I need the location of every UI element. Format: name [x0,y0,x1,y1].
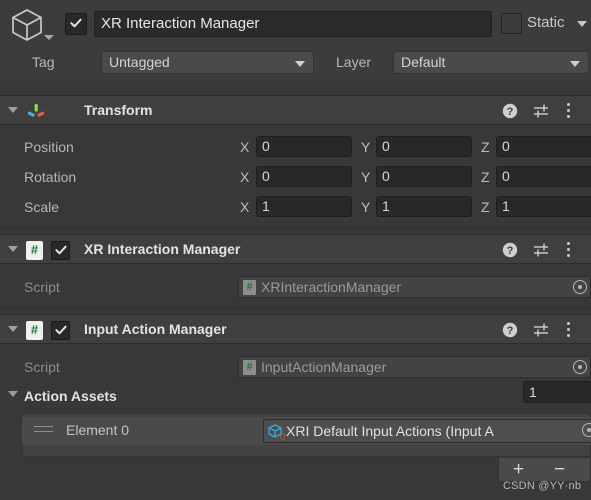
gameobject-header: XR Interaction Manager Static Tag Untagg… [0,0,591,80]
component-header-input-action-manager[interactable]: # Input Action Manager ? [0,314,591,344]
rotation-z-input[interactable]: 0 [496,166,591,187]
gameobject-icon-dropdown-caret[interactable] [44,35,54,40]
svg-text:?: ? [507,325,514,337]
preset-icon[interactable] [533,322,550,338]
remove-element-button[interactable]: − [554,460,565,479]
position-x-input[interactable]: 0 [256,136,352,157]
component-header-transform[interactable]: Transform ? [0,95,591,125]
component-enabled-checkbox-input-action-manager[interactable] [51,321,70,340]
script-object-field-input-action-manager[interactable]: # InputActionManager [238,356,591,378]
drag-handle-icon[interactable] [34,426,53,435]
gameobject-name-input[interactable]: XR Interaction Manager [94,11,492,37]
input-actions-asset-icon: () [267,423,286,441]
foldout-xr-interaction-manager[interactable] [8,246,18,252]
element-value: XRI Default Input Actions (Input A [286,423,494,439]
object-picker-icon[interactable] [582,423,591,437]
position-x-axis-label: X [240,139,250,155]
component-header-icons-transform: ? [502,103,584,120]
tag-value: Untagged [109,54,170,70]
scale-z-axis-label: Z [481,199,490,215]
cube-icon[interactable] [8,6,46,44]
kebab-menu-icon[interactable] [566,242,571,259]
static-label: Static [527,14,565,31]
watermark-text: CSDN @YY·nb [503,480,582,492]
position-label: Position [24,139,74,155]
tag-label: Tag [32,54,55,70]
list-footer-buttons: + − [498,458,591,482]
component-title-transform: Transform [84,102,153,118]
help-icon[interactable]: ? [502,103,518,119]
scale-y-input[interactable]: 1 [376,196,472,217]
svg-text:(): () [280,432,285,441]
checkmark-icon [54,325,67,334]
chevron-down-icon [295,61,305,67]
foldout-action-assets[interactable] [8,391,18,397]
list-item[interactable]: Element 0 () XRI Default Input Actions (… [22,417,591,445]
preset-icon[interactable] [533,242,550,258]
csharp-script-icon: # [26,241,43,260]
action-assets-size-input[interactable]: 1 [523,381,591,403]
svg-text:?: ? [507,245,514,257]
position-y-input[interactable]: 0 [376,136,472,157]
checkmark-icon [70,18,82,28]
script-label: Script [24,359,60,375]
component-header-icons-xr-interaction-manager: ? [502,242,584,259]
csharp-script-icon: # [243,360,256,375]
csharp-script-icon: # [26,321,43,340]
component-header-icons-input-action-manager: ? [502,322,584,339]
svg-text:?: ? [507,106,514,118]
rotation-label: Rotation [24,169,77,185]
layer-dropdown[interactable]: Default [393,51,589,74]
position-y-axis-label: Y [361,139,371,155]
action-assets-label: Action Assets [24,388,117,404]
layer-value: Default [401,54,446,70]
rotation-z-axis-label: Z [481,169,490,185]
chevron-down-icon [570,61,580,67]
object-picker-icon[interactable] [573,360,587,374]
rotation-y-input[interactable]: 0 [376,166,472,187]
transform-axis-icon [26,102,46,122]
element-object-field[interactable]: () XRI Default Input Actions (Input A [263,419,591,443]
scale-z-input[interactable]: 1 [496,196,591,217]
scale-y-axis-label: Y [361,199,371,215]
kebab-menu-icon[interactable] [566,103,571,120]
rotation-x-input[interactable]: 0 [256,166,352,187]
unity-inspector-panel: XR Interaction Manager Static Tag Untagg… [0,0,591,500]
static-checkbox[interactable] [501,13,522,34]
component-title-xr-interaction-manager: XR Interaction Manager [84,241,241,257]
rotation-x-axis-label: X [240,169,250,185]
component-header-xr-interaction-manager[interactable]: # XR Interaction Manager ? [0,234,591,264]
gameobject-enabled-checkbox[interactable] [65,13,87,35]
tag-dropdown[interactable]: Untagged [101,51,314,74]
scale-x-axis-label: X [240,199,250,215]
object-picker-icon[interactable] [573,280,587,294]
script-label: Script [24,279,60,295]
foldout-input-action-manager[interactable] [8,326,18,332]
divider [0,228,591,229]
preset-icon[interactable] [533,103,550,119]
help-icon[interactable]: ? [502,322,518,338]
layer-label: Layer [336,54,372,70]
add-element-button[interactable]: + [513,460,524,479]
script-object-field-xr-interaction-manager[interactable]: # XRInteractionManager [238,276,591,298]
position-z-input[interactable]: 0 [496,136,591,157]
script-value: InputActionManager [261,359,387,375]
checkmark-icon [54,245,67,254]
help-icon[interactable]: ? [502,242,518,258]
position-z-axis-label: Z [481,139,490,155]
component-title-input-action-manager: Input Action Manager [84,321,227,337]
rotation-y-axis-label: Y [361,169,371,185]
foldout-transform[interactable] [8,107,18,113]
element-label: Element 0 [66,422,130,438]
scale-label: Scale [24,199,60,215]
component-enabled-checkbox-xr-interaction-manager[interactable] [51,241,70,260]
divider [0,307,591,308]
script-value: XRInteractionManager [261,279,402,295]
csharp-script-icon: # [243,280,256,295]
static-dropdown-caret[interactable] [577,21,587,27]
kebab-menu-icon[interactable] [566,322,571,339]
scale-x-input[interactable]: 1 [256,196,352,217]
